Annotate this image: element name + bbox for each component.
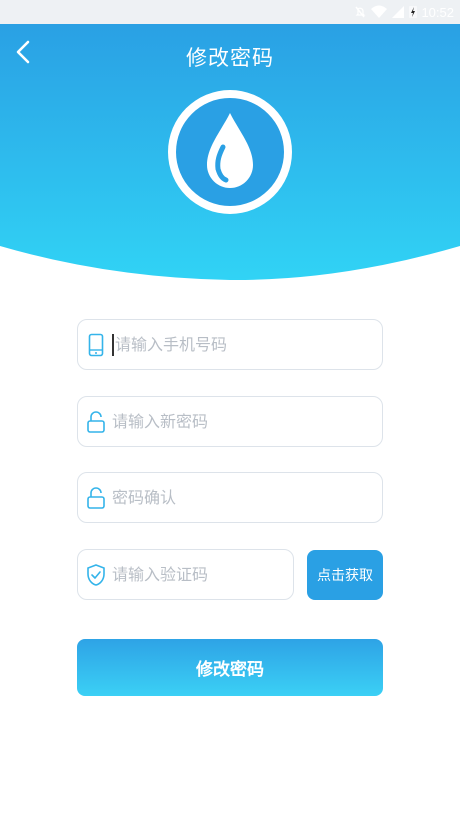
- submit-button[interactable]: 修改密码: [77, 639, 383, 696]
- phone-icon: [86, 333, 106, 357]
- lock-icon: [86, 410, 106, 434]
- new-password-input[interactable]: [112, 397, 382, 446]
- verification-code-input[interactable]: [112, 550, 312, 599]
- lock-icon: [86, 486, 106, 510]
- status-time: 10:52: [421, 4, 454, 20]
- phone-field[interactable]: [77, 319, 383, 370]
- header: 修改密码: [0, 24, 460, 282]
- battery-charging-icon: [409, 6, 418, 18]
- shield-check-icon: [86, 563, 106, 587]
- confirm-password-field[interactable]: [77, 472, 383, 523]
- status-bar: 10:52: [0, 0, 460, 24]
- get-code-button[interactable]: 点击获取: [307, 550, 383, 600]
- water-drop-icon: [168, 90, 292, 214]
- page-title: 修改密码: [186, 46, 274, 70]
- wifi-icon: [371, 5, 388, 18]
- verification-code-field[interactable]: [77, 549, 312, 600]
- mute-icon: [355, 6, 366, 18]
- status-icons: 10:52: [353, 3, 454, 21]
- phone-input[interactable]: [115, 320, 382, 369]
- app-logo: [167, 89, 293, 215]
- new-password-field[interactable]: [77, 396, 383, 447]
- signal-icon: [392, 6, 405, 18]
- confirm-password-input[interactable]: [112, 473, 382, 522]
- text-cursor: [112, 333, 114, 356]
